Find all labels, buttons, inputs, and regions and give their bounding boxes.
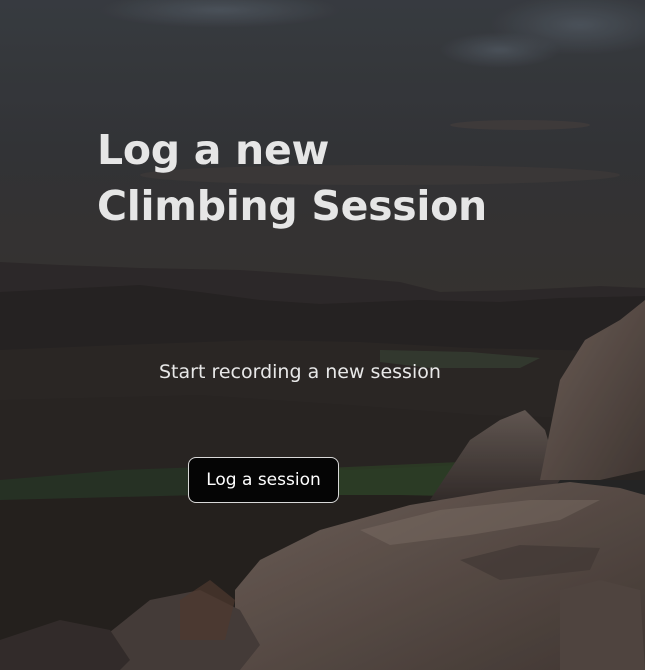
page-title-line-2: Climbing Session	[97, 182, 487, 230]
page-title-line-1: Log a new	[97, 126, 330, 174]
subtitle-text: Start recording a new session	[159, 361, 441, 383]
landscape-background-image	[0, 0, 645, 670]
page: Log a new Climbing Session Start recordi…	[0, 0, 645, 670]
log-session-button[interactable]: Log a session	[188, 457, 339, 503]
page-title: Log a new Climbing Session	[97, 122, 487, 234]
